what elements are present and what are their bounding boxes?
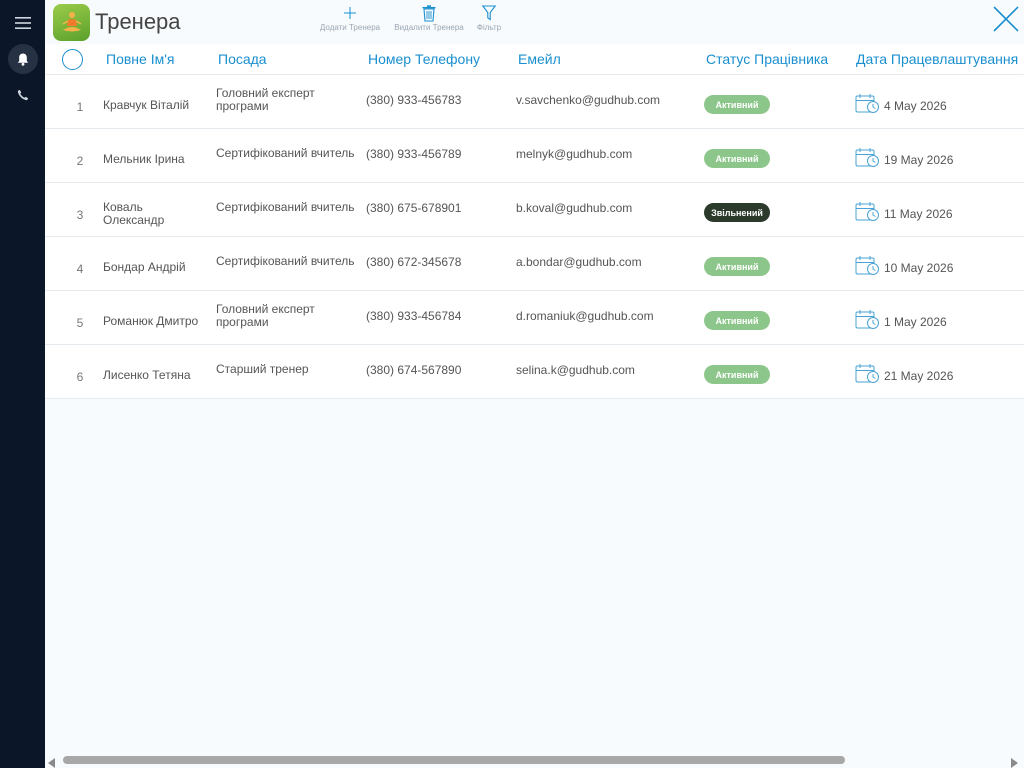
trainer-email: selina.k@gudhub.com <box>516 363 635 377</box>
hire-date: 1 May 2026 <box>884 315 947 329</box>
trainer-name: Коваль Олександр <box>103 200 165 227</box>
trash-icon <box>390 3 468 23</box>
trainer-name: Кравчук Віталій <box>103 98 190 112</box>
trainer-email: b.koval@gudhub.com <box>516 201 633 215</box>
table-header: Повне Ім'я Посада Номер Телефону Емейл С… <box>45 44 1024 74</box>
hire-date: 21 May 2026 <box>884 369 954 383</box>
table-row[interactable]: 5 Романюк Дмитро Головний експерт програ… <box>45 291 1024 345</box>
trainer-email: melnyk@gudhub.com <box>516 147 633 161</box>
scrollbar-thumb[interactable] <box>63 756 845 764</box>
horizontal-scrollbar[interactable] <box>45 752 1024 768</box>
hire-date: 10 May 2026 <box>884 261 954 275</box>
trainer-name: Мельник Ірина <box>103 152 185 166</box>
delete-trainer-label: Видалити Тренера <box>394 23 464 32</box>
row-number: 5 <box>76 316 84 330</box>
calendar-icon <box>855 255 880 277</box>
trainer-email: v.savchenko@gudhub.com <box>516 93 661 107</box>
row-number: 2 <box>76 154 84 168</box>
trainer-phone: (380) 933-456789 <box>366 147 462 161</box>
trainer-phone: (380) 675-678901 <box>366 201 462 215</box>
trainer-position: Сертифікований вчитель <box>216 146 355 160</box>
hire-date: 19 May 2026 <box>884 153 954 167</box>
close-icon[interactable] <box>991 4 1021 34</box>
trainer-position: Старший тренер <box>216 362 309 376</box>
table-row[interactable]: 2 Мельник Ірина Сертифікований вчитель (… <box>45 129 1024 183</box>
status-badge: Звільнений <box>704 203 770 222</box>
filter-button[interactable]: Фільтр <box>473 3 505 32</box>
column-header-position[interactable]: Посада <box>218 51 267 67</box>
calendar-icon <box>855 309 880 331</box>
calendar-icon <box>855 93 880 115</box>
trainer-position: Головний експерт програми <box>216 302 315 329</box>
trainer-phone: (380) 672-345678 <box>366 255 462 269</box>
app-header: Тренера Додати Тренера Видалити Тренера … <box>45 0 1024 44</box>
select-all-checkbox[interactable] <box>62 49 83 70</box>
add-trainer-label: Додати Тренера <box>319 23 381 32</box>
status-badge: Активний <box>704 149 770 168</box>
status-badge: Активний <box>704 257 770 276</box>
trainer-phone: (380) 933-456783 <box>366 93 462 107</box>
trainer-name: Романюк Дмитро <box>103 314 199 328</box>
trainer-name: Бондар Андрій <box>103 260 186 274</box>
trainers-table: 1 Кравчук Віталій Головний експерт прогр… <box>45 75 1024 399</box>
filter-icon <box>473 3 505 23</box>
trainer-name: Лисенко Тетяна <box>103 368 191 382</box>
table-row[interactable]: 4 Бондар Андрій Сертифікований вчитель (… <box>45 237 1024 291</box>
table-row[interactable]: 3 Коваль Олександр Сертифікований вчител… <box>45 183 1024 237</box>
trainer-position: Головний експерт програми <box>216 86 315 113</box>
status-badge: Активний <box>704 311 770 330</box>
bell-icon[interactable] <box>8 44 38 74</box>
calendar-icon <box>855 201 880 223</box>
row-number: 6 <box>76 370 84 384</box>
trainer-position: Сертифікований вчитель <box>216 200 355 214</box>
sidebar <box>0 0 45 768</box>
add-trainer-button[interactable]: Додати Тренера <box>315 3 385 32</box>
filter-label: Фільтр <box>476 23 502 32</box>
yoga-app-icon[interactable] <box>53 4 90 41</box>
calendar-icon <box>855 147 880 169</box>
status-badge: Активний <box>704 95 770 114</box>
row-number: 4 <box>76 262 84 276</box>
row-number: 3 <box>76 208 84 222</box>
column-header-phone[interactable]: Номер Телефону <box>368 51 480 67</box>
delete-trainer-button[interactable]: Видалити Тренера <box>390 3 468 32</box>
plus-icon <box>315 3 385 23</box>
menu-icon[interactable] <box>8 8 38 38</box>
column-header-email[interactable]: Емейл <box>518 51 561 67</box>
scroll-right-icon[interactable] <box>1010 755 1018 768</box>
column-header-status[interactable]: Статус Працівника <box>706 51 828 67</box>
page-title: Тренера <box>95 9 181 34</box>
scroll-left-icon[interactable] <box>48 755 56 768</box>
trainer-email: a.bondar@gudhub.com <box>516 255 642 269</box>
column-header-name[interactable]: Повне Ім'я <box>106 51 174 67</box>
column-header-hire-date[interactable]: Дата Працевлаштування <box>856 51 1018 67</box>
trainer-phone: (380) 933-456784 <box>366 309 462 323</box>
phone-icon[interactable] <box>8 80 38 110</box>
status-badge: Активний <box>704 365 770 384</box>
calendar-icon <box>855 363 880 385</box>
table-row[interactable]: 6 Лисенко Тетяна Старший тренер (380) 67… <box>45 345 1024 399</box>
row-number: 1 <box>76 100 84 114</box>
hire-date: 4 May 2026 <box>884 99 947 113</box>
trainer-phone: (380) 674-567890 <box>366 363 462 377</box>
trainer-email: d.romaniuk@gudhub.com <box>516 309 654 323</box>
trainer-position: Сертифікований вчитель <box>216 254 355 268</box>
hire-date: 11 May 2026 <box>884 207 953 221</box>
table-row[interactable]: 1 Кравчук Віталій Головний експерт прогр… <box>45 75 1024 129</box>
